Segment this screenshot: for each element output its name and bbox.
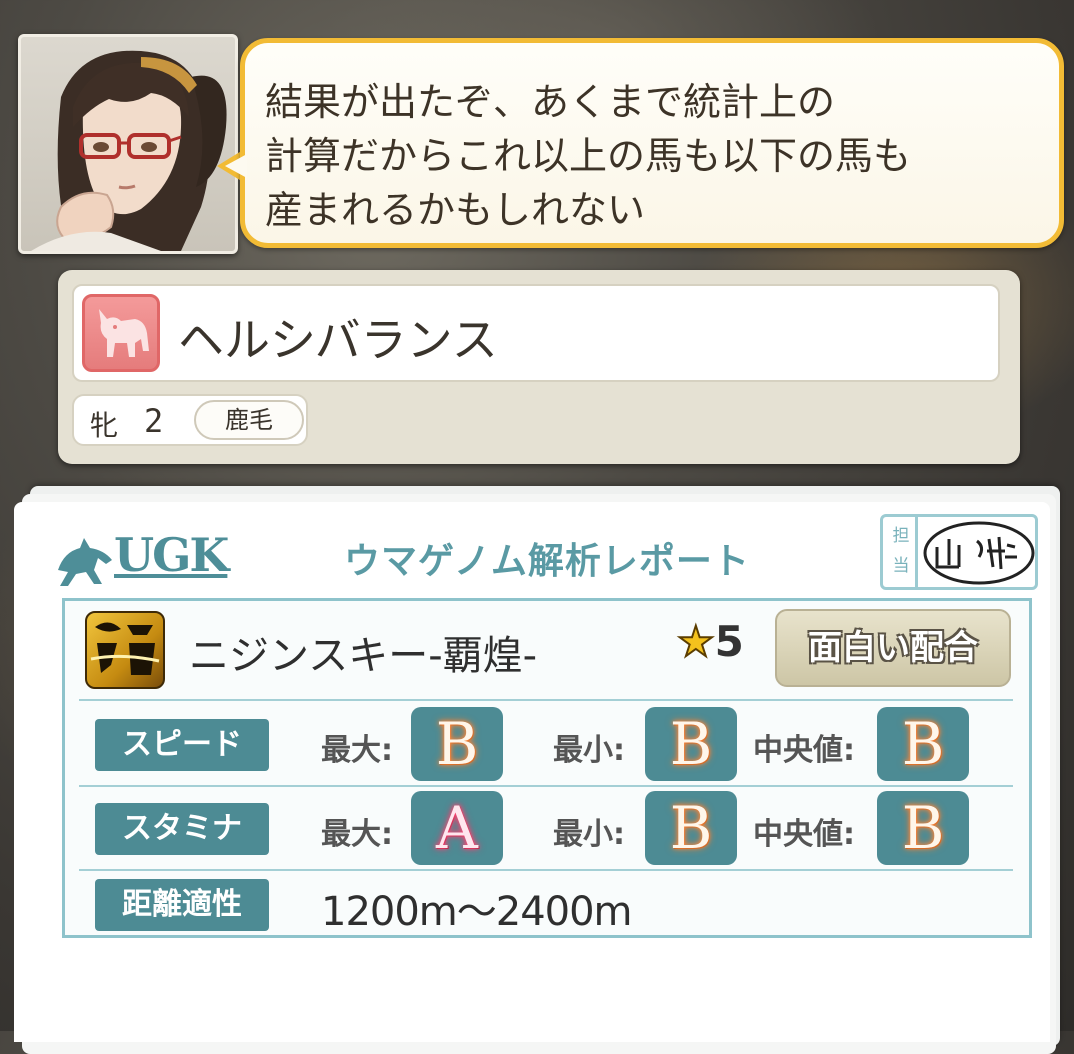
genome-report: UGK ウマゲノム解析レポート 担当 ニジンスキー-覇煌- ★5 面白い配合 ス… — [14, 502, 1050, 1042]
stamina-min-label: 最小: — [553, 817, 625, 852]
star-icon: ★ — [676, 616, 716, 667]
speed-label: スピード — [95, 719, 269, 771]
report-stats-box: ニジンスキー-覇煌- ★5 面白い配合 スピード 最大: B 最小: B 中央値… — [62, 598, 1032, 938]
speed-median-grade: B — [877, 707, 969, 781]
speed-max-grade: B — [411, 707, 503, 781]
character-portrait — [18, 34, 238, 254]
factor-rarity: ★5 — [676, 616, 744, 667]
horse-attributes-pill: 牝 2 鹿毛 — [72, 394, 308, 446]
speed-max-label: 最大: — [321, 733, 393, 768]
stamina-label: スタミナ — [95, 803, 269, 855]
factor-name: ニジンスキー-覇煌- — [189, 633, 538, 679]
row-divider — [79, 699, 1013, 701]
horse-name-box: ヘルシバランス — [72, 284, 1000, 382]
horse-silhouette-icon — [82, 294, 160, 372]
dialogue-text: 結果が出たぞ、あくまで統計上の 計算だからこれ以上の馬も以下の馬も 産まれるかも… — [265, 80, 912, 232]
speech-bubble[interactable]: 結果が出たぞ、あくまで統計上の 計算だからこれ以上の馬も以下の馬も 産まれるかも… — [240, 38, 1064, 248]
report-title: ウマゲノム解析レポート — [344, 541, 750, 582]
stamina-min-grade: B — [645, 791, 737, 865]
signature-stamp: 担当 — [880, 514, 1038, 590]
factor-gold-icon — [85, 611, 165, 689]
star-count: 5 — [714, 617, 744, 666]
stamina-median-label: 中央値: — [753, 817, 855, 852]
horse-age: 2 — [144, 402, 164, 440]
stamp-divider — [915, 517, 918, 587]
distance-value: 1200m〜2400m — [321, 889, 633, 935]
row-divider — [79, 785, 1013, 787]
ugk-logo: UGK — [54, 526, 229, 586]
speed-median-label: 中央値: — [753, 733, 855, 768]
ugk-logo-text: UGK — [114, 528, 229, 582]
horse-sex: 牝 — [90, 409, 119, 442]
signature-drawing — [923, 521, 1035, 585]
speech-bubble-tail-inner — [225, 154, 247, 178]
speed-min-grade: B — [645, 707, 737, 781]
speed-min-label: 最小: — [553, 733, 625, 768]
stamina-max-grade: A — [411, 791, 503, 865]
distance-label: 距離適性 — [95, 879, 269, 931]
stamp-label: 担当 — [892, 526, 910, 576]
horse-coat: 鹿毛 — [194, 400, 304, 440]
horse-name: ヘルシバランス — [178, 313, 498, 367]
interesting-match-badge: 面白い配合 — [775, 609, 1011, 687]
stamina-median-grade: B — [877, 791, 969, 865]
horse-info-panel: ヘルシバランス 牝 2 鹿毛 — [58, 270, 1020, 464]
row-divider — [79, 869, 1013, 871]
stamina-max-label: 最大: — [321, 817, 393, 852]
horse-attributes: 牝 2 鹿毛 — [72, 394, 1000, 446]
